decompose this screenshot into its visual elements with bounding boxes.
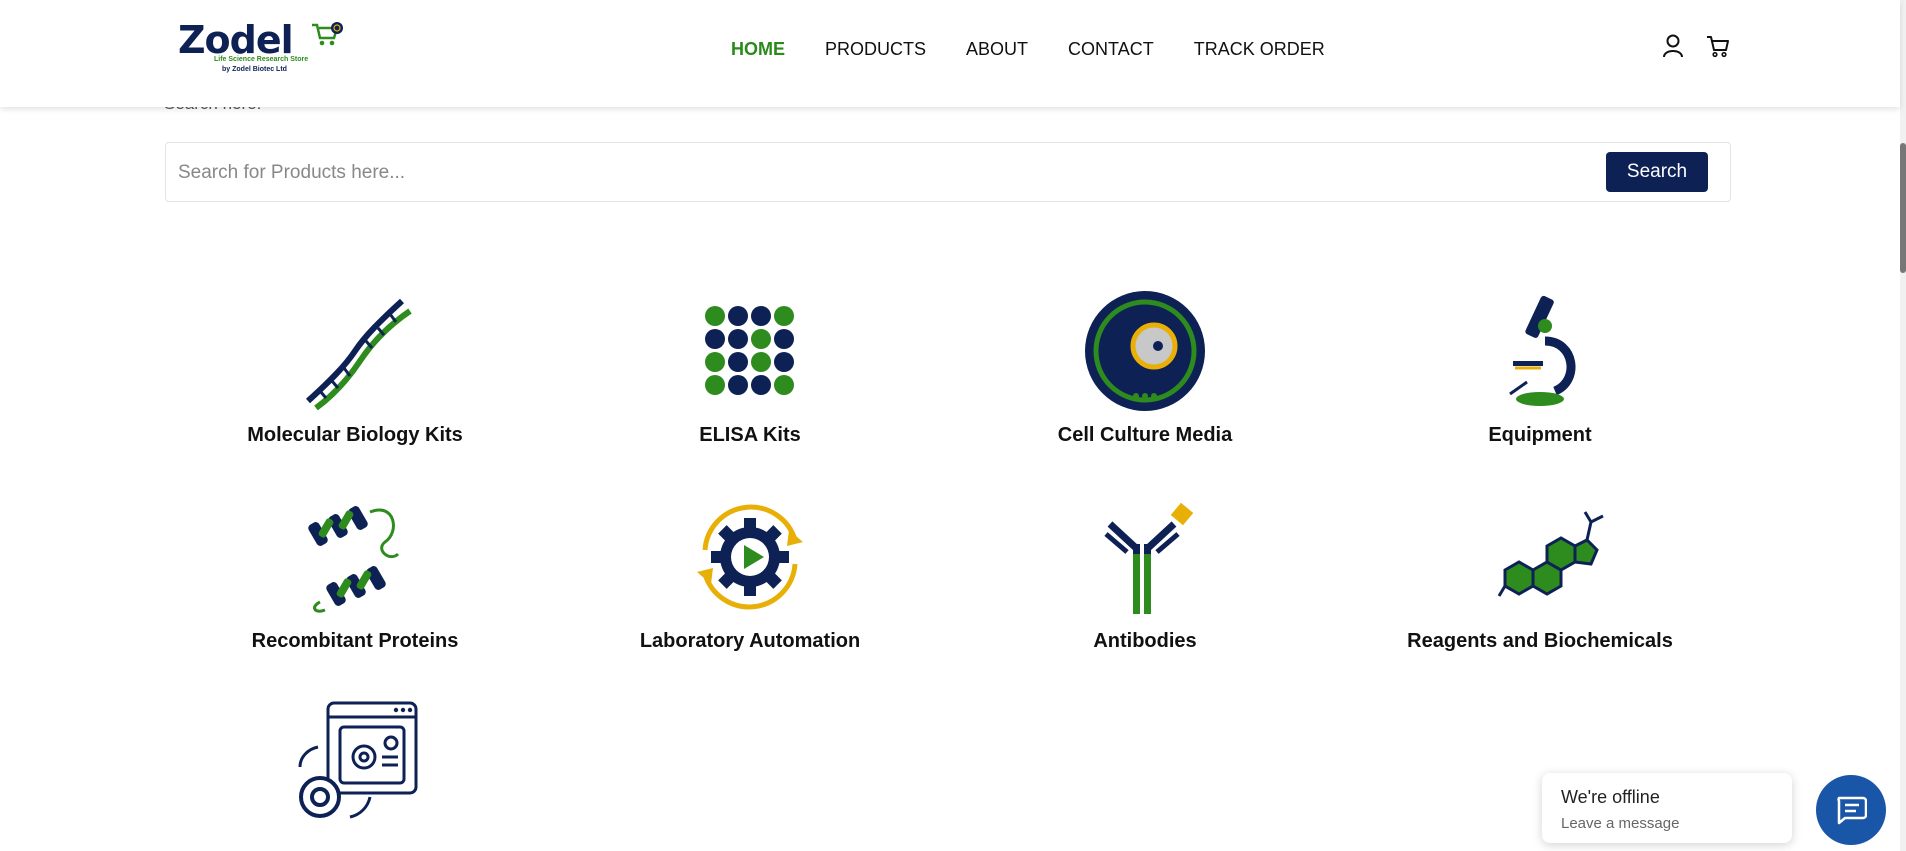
nav-track-order[interactable]: TRACK ORDER [1194, 38, 1325, 60]
chat-leave-message[interactable]: Leave a message [1561, 815, 1679, 832]
category-recombitant-proteins[interactable]: Recombitant Proteins [175, 492, 535, 653]
category-reagents-and-biochemicals[interactable]: Reagents and Biochemicals [1360, 492, 1720, 653]
chat-button[interactable] [1816, 775, 1886, 845]
dna-icon [305, 298, 412, 411]
category-software-services[interactable] [175, 697, 535, 835]
category-laboratory-automation[interactable]: Laboratory Automation [570, 492, 930, 653]
main-nav: HOME PRODUCTS ABOUT CONTACT TRACK ORDER [731, 38, 1365, 60]
category-molecular-biology-kits[interactable]: Molecular Biology Kits [175, 286, 535, 447]
category-label: Reagents and Biochemicals [1407, 630, 1673, 652]
logo-cart-icon [312, 22, 343, 46]
site-header: Zodel Life Science Research Store by Zod… [0, 0, 1900, 107]
automation-gear-icon [697, 504, 803, 610]
category-label: Cell Culture Media [1057, 424, 1233, 446]
protein-helix-icon [308, 506, 400, 613]
category-antibodies[interactable]: Antibodies [965, 492, 1325, 653]
petri-dish-icon [1085, 291, 1205, 411]
category-label: Laboratory Automation [639, 630, 861, 652]
search-button[interactable]: Search [1606, 152, 1708, 192]
logo[interactable]: Zodel Life Science Research Store by Zod… [178, 18, 343, 78]
microscope-icon [1509, 295, 1576, 406]
logo-tagline: Life Science Research Store [214, 56, 309, 63]
nav-contact[interactable]: CONTACT [1068, 38, 1154, 60]
nav-about[interactable]: ABOUT [966, 38, 1028, 60]
logo-by: by Zodel Biotec Ltd [222, 66, 287, 73]
category-label: Molecular Biology Kits [247, 424, 463, 446]
nav-home[interactable]: HOME [731, 38, 785, 60]
scrollbar-thumb[interactable] [1900, 143, 1906, 273]
category-label: ELISA Kits [699, 424, 801, 446]
category-label: Recombitant Proteins [251, 630, 459, 652]
category-elisa-kits[interactable]: ELISA Kits [570, 286, 930, 447]
category-label: Equipment [1488, 424, 1592, 446]
cart-icon[interactable] [1706, 34, 1730, 58]
elisa-plate-icon [705, 306, 794, 395]
chat-offline-card[interactable]: We're offline Leave a message [1542, 773, 1792, 843]
user-icon[interactable] [1662, 34, 1684, 58]
chat-icon [1837, 796, 1867, 825]
chat-status: We're offline [1561, 787, 1660, 807]
nav-products[interactable]: PRODUCTS [825, 38, 926, 60]
search-bar: Search [165, 142, 1731, 202]
search-input[interactable] [176, 157, 1510, 189]
category-equipment[interactable]: Equipment [1360, 286, 1720, 447]
scrollbar[interactable] [1900, 0, 1906, 851]
category-cell-culture-media[interactable]: Cell Culture Media [965, 286, 1325, 447]
category-label: Antibodies [1093, 630, 1197, 652]
antibody-icon [1104, 502, 1194, 614]
molecule-icon [1497, 511, 1604, 597]
software-settings-icon [298, 701, 418, 819]
